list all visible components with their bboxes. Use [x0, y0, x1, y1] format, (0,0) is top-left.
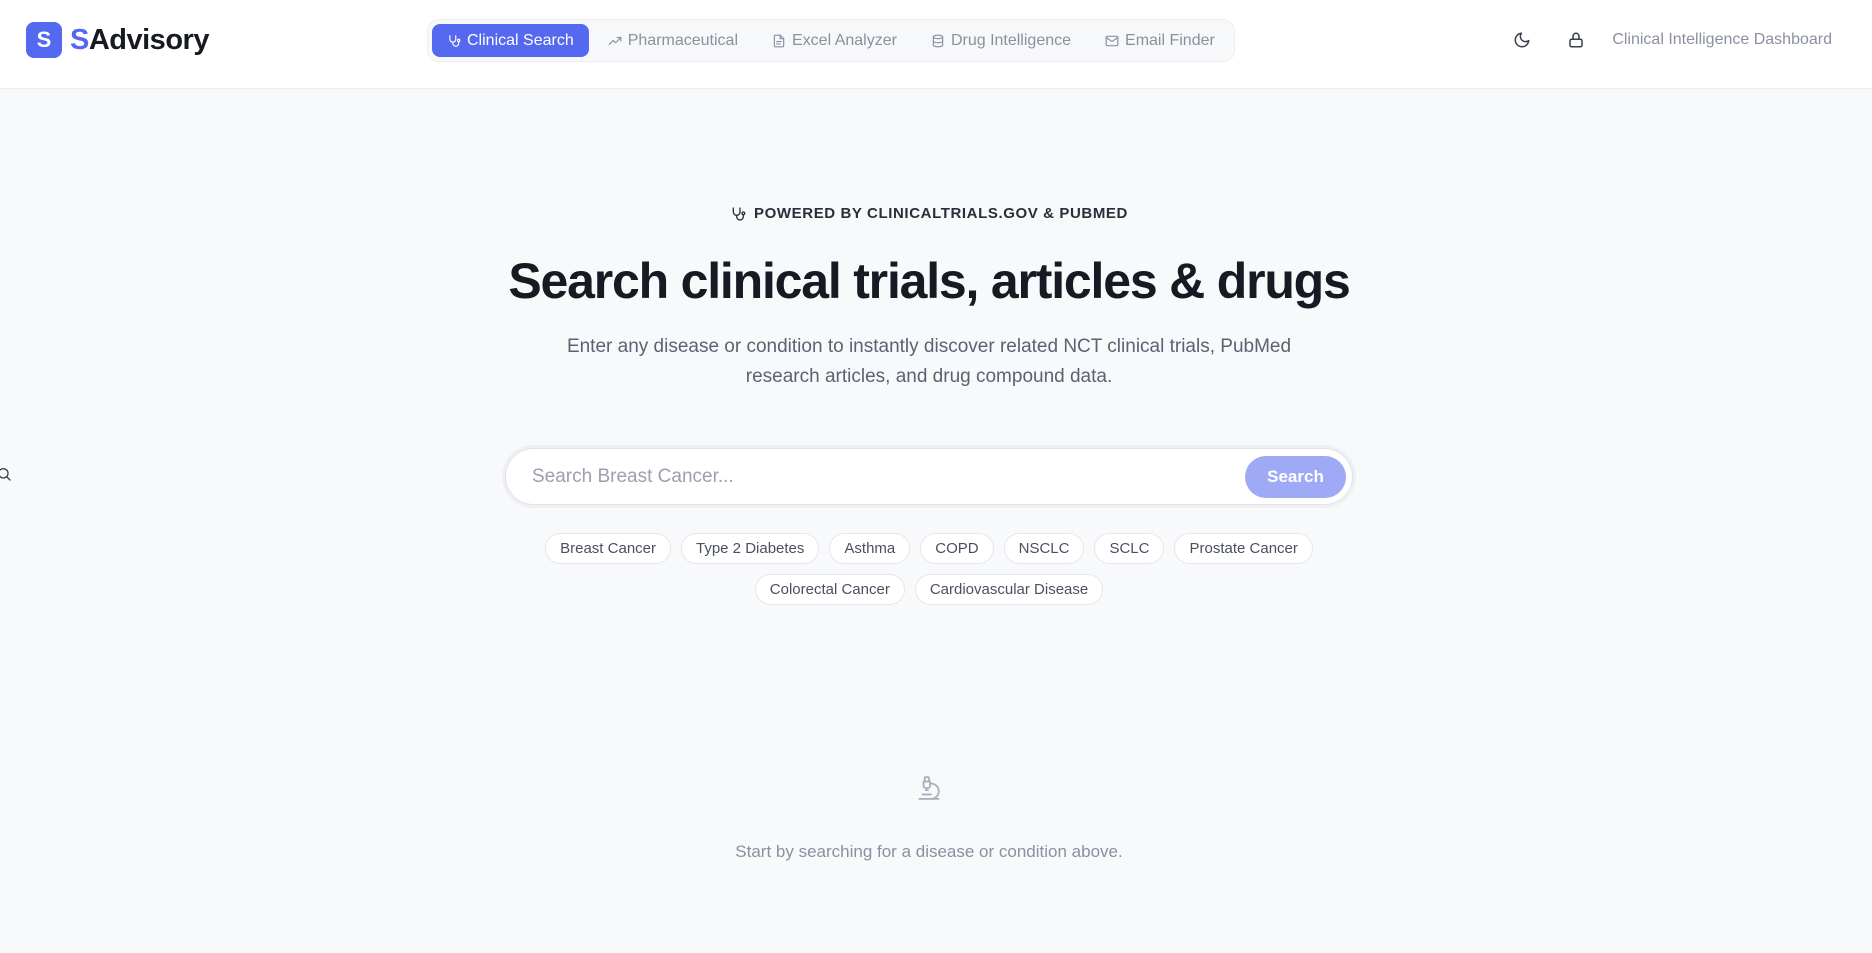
file-icon [773, 34, 785, 47]
page-subtitle: Enter any disease or condition to instan… [566, 336, 1292, 387]
suggestion-chip[interactable]: COPD [920, 533, 994, 564]
logo-mark: S [26, 22, 62, 58]
suggestion-chip[interactable]: Colorectal Cancer [754, 574, 905, 605]
nav-tab-email-finder[interactable]: Email Finder [1090, 24, 1230, 57]
logo-wordmark: Advisory [88, 23, 210, 56]
main-nav: Clinical Search Pharmaceutical Excel Ana… [427, 19, 1235, 62]
stethoscope-icon [449, 34, 461, 47]
lock-icon [1569, 32, 1584, 48]
empty-state-text: Start by searching for a disease or cond… [735, 842, 1123, 861]
suggestion-chip[interactable]: Cardiovascular Disease [914, 574, 1104, 605]
suggestion-chip[interactable]: NSCLC [1003, 533, 1085, 564]
search-input[interactable] [532, 449, 1232, 504]
suggestion-chip[interactable]: Breast Cancer [545, 533, 671, 564]
page-title: Search clinical trials, articles & drugs [508, 253, 1350, 309]
theme-toggle-button[interactable] [1508, 26, 1536, 54]
suggestion-chips: Breast Cancer Type 2 Diabetes Asthma COP… [529, 533, 1329, 605]
logo-accent-letter: S [70, 23, 89, 56]
dashboard-label: Clinical Intelligence Dashboard [1612, 31, 1832, 48]
trending-up-icon [608, 36, 622, 45]
search-bar: Search [505, 448, 1353, 505]
microscope-icon [918, 776, 940, 800]
app-logo[interactable]: S SAdvisory [26, 22, 209, 58]
nav-tab-pharmaceutical[interactable]: Pharmaceutical [593, 24, 753, 57]
suggestion-chip[interactable]: Prostate Cancer [1174, 533, 1313, 564]
nav-tab-excel-analyzer[interactable]: Excel Analyzer [757, 24, 912, 57]
mail-icon [1105, 35, 1119, 46]
nav-tab-label: Excel Analyzer [792, 31, 897, 49]
nav-tab-clinical-search[interactable]: Clinical Search [432, 24, 589, 57]
suggestion-chip[interactable]: SCLC [1094, 533, 1165, 564]
header-actions: Clinical Intelligence Dashboard [1508, 26, 1832, 54]
nav-tab-label: Pharmaceutical [627, 31, 738, 49]
moon-icon [1514, 32, 1530, 48]
top-header: S SAdvisory Clinical Search Pharmaceutic… [0, 0, 1872, 89]
search-button[interactable]: Search [1245, 456, 1346, 498]
nav-tab-label: Drug Intelligence [950, 31, 1072, 49]
nav-tab-label: Email Finder [1125, 31, 1215, 49]
hero-eyebrow-text: POWERED BY CLINICALTRIALS.GOV & PUBMED [754, 205, 1128, 222]
suggestion-chip[interactable]: Type 2 Diabetes [681, 533, 820, 564]
nav-tab-drug-intelligence[interactable]: Drug Intelligence [916, 24, 1086, 57]
nav-tab-label: Clinical Search [467, 31, 574, 49]
lock-button[interactable] [1562, 26, 1590, 54]
database-icon [932, 34, 944, 47]
suggestion-chip[interactable]: Asthma [829, 533, 911, 564]
hero-eyebrow: POWERED BY CLINICALTRIALS.GOV & PUBMED [0, 205, 1858, 222]
search-icon [0, 468, 11, 481]
logo-text: SAdvisory [70, 24, 209, 57]
stethoscope-icon [732, 206, 746, 221]
